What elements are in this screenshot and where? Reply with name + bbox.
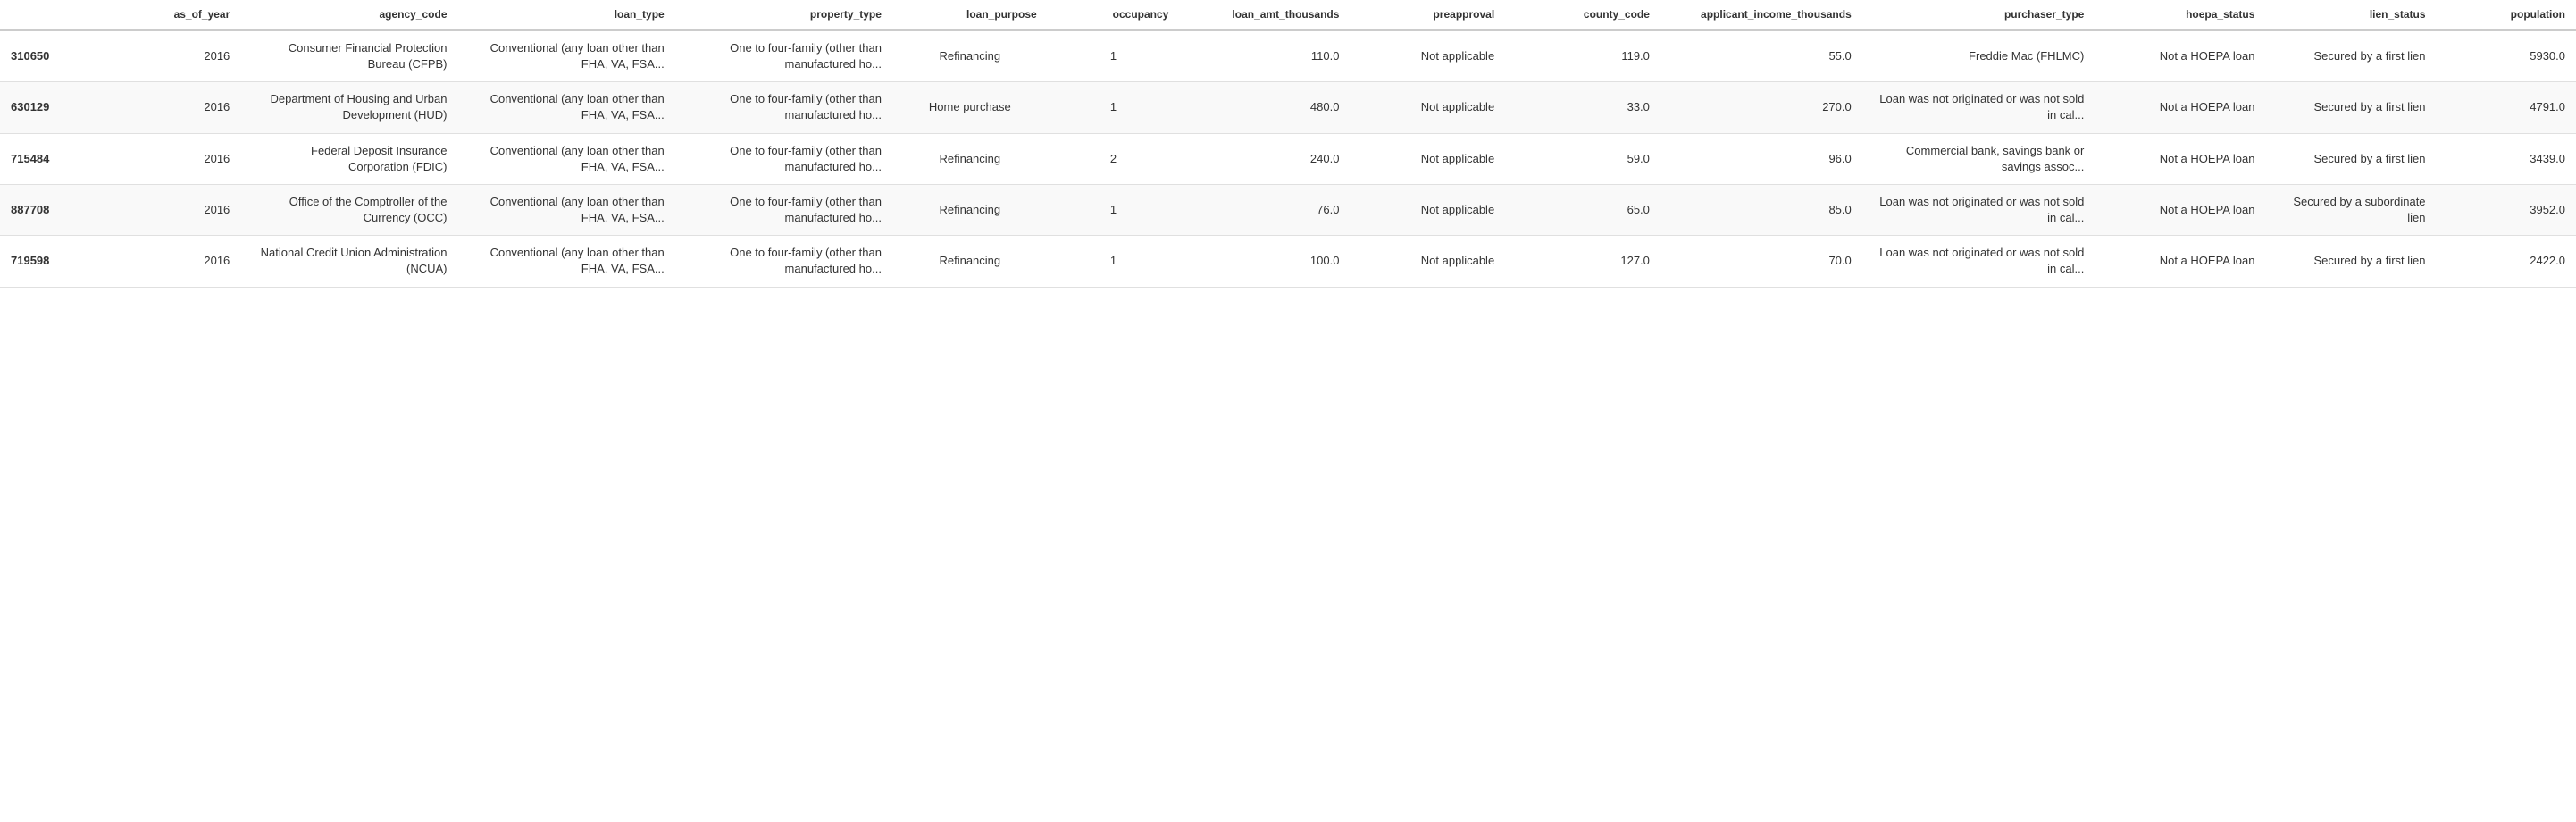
cell-hoepa: Not a HOEPA loan [2095, 236, 2265, 287]
cell-preapproval: Not applicable [1350, 184, 1505, 235]
cell-property-type: One to four-family (other than manufactu… [675, 30, 892, 82]
cell-income: 55.0 [1660, 30, 1862, 82]
cell-agency: Consumer Financial Protection Bureau (CF… [240, 30, 457, 82]
table-header-row: as_of_year agency_code loan_type propert… [0, 0, 2576, 30]
table-row: 7154842016Federal Deposit Insurance Corp… [0, 133, 2576, 184]
cell-lien: Secured by a first lien [2265, 133, 2436, 184]
cell-lien: Secured by a first lien [2265, 82, 2436, 133]
cell-occupancy: 1 [1048, 82, 1180, 133]
cell-preapproval: Not applicable [1350, 236, 1505, 287]
col-header-year[interactable]: as_of_year [124, 0, 240, 30]
cell-county: 65.0 [1505, 184, 1660, 235]
col-header-preapproval[interactable]: preapproval [1350, 0, 1505, 30]
cell-year: 2016 [124, 236, 240, 287]
cell-id: 630129 [0, 82, 124, 133]
cell-property-type: One to four-family (other than manufactu… [675, 236, 892, 287]
cell-population: 3952.0 [2437, 184, 2576, 235]
col-header-income[interactable]: applicant_income_thousands [1660, 0, 1862, 30]
cell-agency: Office of the Comptroller of the Currenc… [240, 184, 457, 235]
table-row: 6301292016Department of Housing and Urba… [0, 82, 2576, 133]
cell-loan-amt: 100.0 [1179, 236, 1350, 287]
cell-loan-amt: 110.0 [1179, 30, 1350, 82]
col-header-purchaser[interactable]: purchaser_type [1862, 0, 2095, 30]
cell-purchaser: Loan was not originated or was not sold … [1862, 82, 2095, 133]
table-row: 8877082016Office of the Comptroller of t… [0, 184, 2576, 235]
cell-hoepa: Not a HOEPA loan [2095, 133, 2265, 184]
cell-county: 119.0 [1505, 30, 1660, 82]
cell-lien: Secured by a subordinate lien [2265, 184, 2436, 235]
cell-purchaser: Freddie Mac (FHLMC) [1862, 30, 2095, 82]
cell-preapproval: Not applicable [1350, 30, 1505, 82]
col-header-population[interactable]: population [2437, 0, 2576, 30]
cell-agency: Federal Deposit Insurance Corporation (F… [240, 133, 457, 184]
cell-county: 127.0 [1505, 236, 1660, 287]
cell-purchaser: Loan was not originated or was not sold … [1862, 184, 2095, 235]
cell-income: 96.0 [1660, 133, 1862, 184]
cell-loan-type: Conventional (any loan other than FHA, V… [458, 82, 675, 133]
col-header-lien[interactable]: lien_status [2265, 0, 2436, 30]
cell-loan-purpose: Refinancing [892, 184, 1048, 235]
cell-occupancy: 1 [1048, 184, 1180, 235]
cell-id: 310650 [0, 30, 124, 82]
cell-loan-type: Conventional (any loan other than FHA, V… [458, 236, 675, 287]
cell-year: 2016 [124, 184, 240, 235]
cell-occupancy: 1 [1048, 30, 1180, 82]
cell-agency: National Credit Union Administration (NC… [240, 236, 457, 287]
cell-purchaser: Loan was not originated or was not sold … [1862, 236, 2095, 287]
cell-population: 4791.0 [2437, 82, 2576, 133]
cell-population: 3439.0 [2437, 133, 2576, 184]
cell-loan-purpose: Refinancing [892, 133, 1048, 184]
cell-loan-amt: 240.0 [1179, 133, 1350, 184]
cell-loan-purpose: Refinancing [892, 30, 1048, 82]
cell-income: 70.0 [1660, 236, 1862, 287]
cell-loan-purpose: Home purchase [892, 82, 1048, 133]
cell-loan-amt: 480.0 [1179, 82, 1350, 133]
data-table: as_of_year agency_code loan_type propert… [0, 0, 2576, 288]
cell-property-type: One to four-family (other than manufactu… [675, 184, 892, 235]
cell-purchaser: Commercial bank, savings bank or savings… [1862, 133, 2095, 184]
cell-hoepa: Not a HOEPA loan [2095, 82, 2265, 133]
cell-income: 85.0 [1660, 184, 1862, 235]
cell-county: 59.0 [1505, 133, 1660, 184]
cell-id: 715484 [0, 133, 124, 184]
cell-loan-purpose: Refinancing [892, 236, 1048, 287]
cell-hoepa: Not a HOEPA loan [2095, 30, 2265, 82]
cell-income: 270.0 [1660, 82, 1862, 133]
col-header-occupancy[interactable]: occupancy [1048, 0, 1180, 30]
cell-year: 2016 [124, 82, 240, 133]
col-header-agency[interactable]: agency_code [240, 0, 457, 30]
cell-loan-type: Conventional (any loan other than FHA, V… [458, 133, 675, 184]
cell-population: 2422.0 [2437, 236, 2576, 287]
col-header-property-type[interactable]: property_type [675, 0, 892, 30]
cell-loan-amt: 76.0 [1179, 184, 1350, 235]
cell-hoepa: Not a HOEPA loan [2095, 184, 2265, 235]
cell-population: 5930.0 [2437, 30, 2576, 82]
cell-property-type: One to four-family (other than manufactu… [675, 82, 892, 133]
table-row: 7195982016National Credit Union Administ… [0, 236, 2576, 287]
cell-county: 33.0 [1505, 82, 1660, 133]
table-row: 3106502016Consumer Financial Protection … [0, 30, 2576, 82]
cell-occupancy: 1 [1048, 236, 1180, 287]
cell-lien: Secured by a first lien [2265, 30, 2436, 82]
cell-loan-type: Conventional (any loan other than FHA, V… [458, 184, 675, 235]
cell-property-type: One to four-family (other than manufactu… [675, 133, 892, 184]
col-header-loan-amt[interactable]: loan_amt_thousands [1179, 0, 1350, 30]
cell-id: 719598 [0, 236, 124, 287]
cell-lien: Secured by a first lien [2265, 236, 2436, 287]
col-header-loan-type[interactable]: loan_type [458, 0, 675, 30]
col-header-hoepa[interactable]: hoepa_status [2095, 0, 2265, 30]
cell-year: 2016 [124, 133, 240, 184]
cell-preapproval: Not applicable [1350, 133, 1505, 184]
cell-loan-type: Conventional (any loan other than FHA, V… [458, 30, 675, 82]
col-header-county[interactable]: county_code [1505, 0, 1660, 30]
col-header-loan-purpose[interactable]: loan_purpose [892, 0, 1048, 30]
cell-occupancy: 2 [1048, 133, 1180, 184]
cell-preapproval: Not applicable [1350, 82, 1505, 133]
cell-id: 887708 [0, 184, 124, 235]
cell-agency: Department of Housing and Urban Developm… [240, 82, 457, 133]
col-header-id [0, 0, 124, 30]
cell-year: 2016 [124, 30, 240, 82]
